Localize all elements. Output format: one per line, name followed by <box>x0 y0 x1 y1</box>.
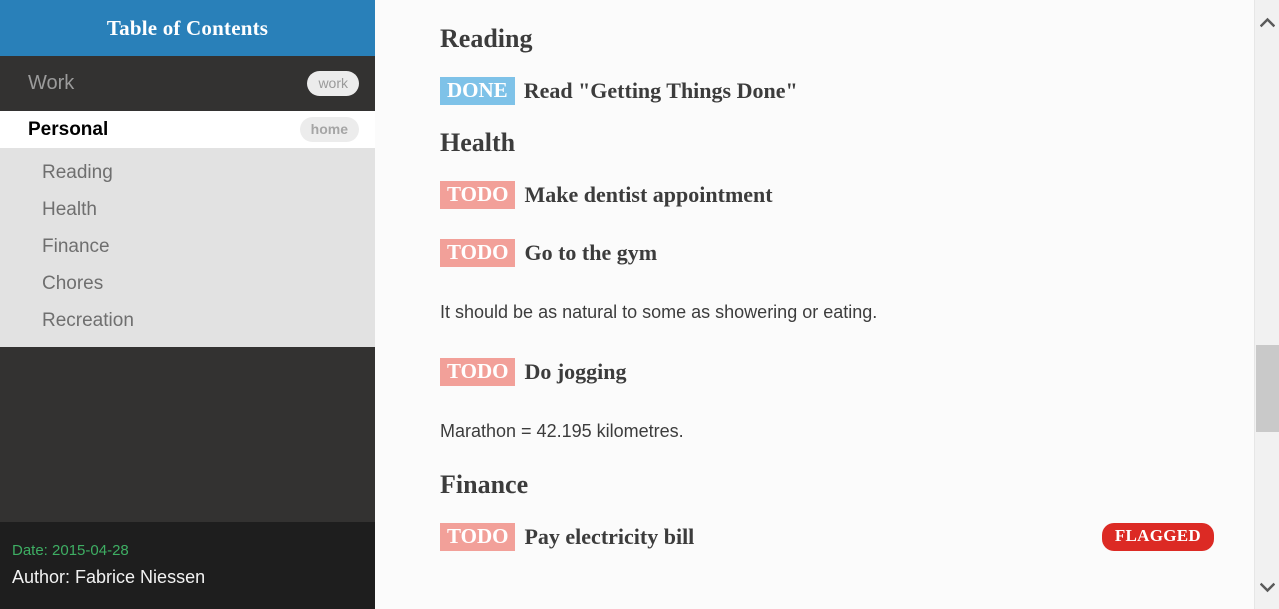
sidebar-subitem-label: Chores <box>42 272 104 294</box>
task-keyword-badge[interactable]: TODO <box>440 357 516 387</box>
paragraph: It should be as natural to some as showe… <box>440 302 878 322</box>
task-title: Do jogging <box>524 359 627 384</box>
paragraph: Marathon = 42.195 kilometres. <box>440 421 684 441</box>
sidebar-item-tag[interactable]: home <box>299 117 359 142</box>
sidebar-footer: Date: 2015-04-28 Author: Fabrice Niessen <box>0 522 375 609</box>
vertical-scrollbar[interactable] <box>1254 0 1279 609</box>
chevron-down-icon[interactable] <box>1255 575 1279 599</box>
sidebar-subitem-finance[interactable]: Finance <box>0 228 375 265</box>
task-title: Make dentist appointment <box>524 182 773 207</box>
flagged-tag-badge[interactable]: FLAGGED <box>1101 523 1214 551</box>
sidebar-item-personal[interactable]: Personal home <box>0 111 375 148</box>
document-content: Reading DONE Read "Getting Things Done" Hea… <box>375 0 1254 609</box>
sidebar-item-tag[interactable]: work <box>307 71 359 96</box>
sidebar: Table of Contents Work work Personal home R… <box>0 0 375 609</box>
task-item[interactable]: TODO Do jogging <box>440 343 1214 401</box>
sidebar-subitem-recreation[interactable]: Recreation <box>0 302 375 339</box>
sidebar-filler <box>0 347 375 537</box>
sidebar-subitem-health[interactable]: Health <box>0 191 375 228</box>
sidebar-subitem-chores[interactable]: Chores <box>0 265 375 302</box>
task-keyword-badge[interactable]: TODO <box>440 180 516 210</box>
task-title: Go to the gym <box>524 240 658 265</box>
section-heading: Finance <box>440 470 529 499</box>
sidebar-item-label: Work <box>28 72 75 94</box>
toc-header-title: Table of Contents <box>0 0 375 56</box>
task-item[interactable]: TODO Make dentist appointment <box>440 166 1214 224</box>
task-title: Read "Getting Things Done" <box>523 78 798 103</box>
sidebar-subitem-label: Recreation <box>42 309 134 331</box>
task-item[interactable]: TODO Pay electricity bill FLAGGED <box>440 508 1214 566</box>
sidebar-subitem-label: Finance <box>42 235 110 257</box>
section-heading: Reading <box>440 24 533 53</box>
task-keyword-badge[interactable]: TODO <box>440 522 516 552</box>
toc-sublist: Reading Health Finance Chores Recreation <box>0 148 375 347</box>
footer-author: Author: Fabrice Niessen <box>12 566 206 587</box>
task-keyword-badge[interactable]: TODO <box>440 238 516 268</box>
task-item[interactable]: DONE Read "Getting Things Done" <box>440 62 1214 120</box>
sidebar-item-work[interactable]: Work work <box>0 56 375 111</box>
task-title: Pay electricity bill <box>524 524 695 549</box>
footer-date: Date: 2015-04-28 <box>12 542 129 559</box>
sidebar-item-label: Personal <box>28 118 109 140</box>
sidebar-subitem-reading[interactable]: Reading <box>0 154 375 191</box>
scrollbar-thumb[interactable] <box>1256 345 1279 432</box>
toc-top-level-list: Work work Personal home <box>0 56 375 148</box>
section-heading: Health <box>440 128 516 157</box>
app-root: Table of Contents Work work Personal home R… <box>0 0 1279 609</box>
sidebar-subitem-label: Reading <box>42 161 113 183</box>
task-keyword-badge[interactable]: DONE <box>440 76 515 106</box>
sidebar-subitem-label: Health <box>42 198 97 220</box>
chevron-up-icon[interactable] <box>1255 10 1279 34</box>
task-item[interactable]: TODO Go to the gym <box>440 224 1214 282</box>
